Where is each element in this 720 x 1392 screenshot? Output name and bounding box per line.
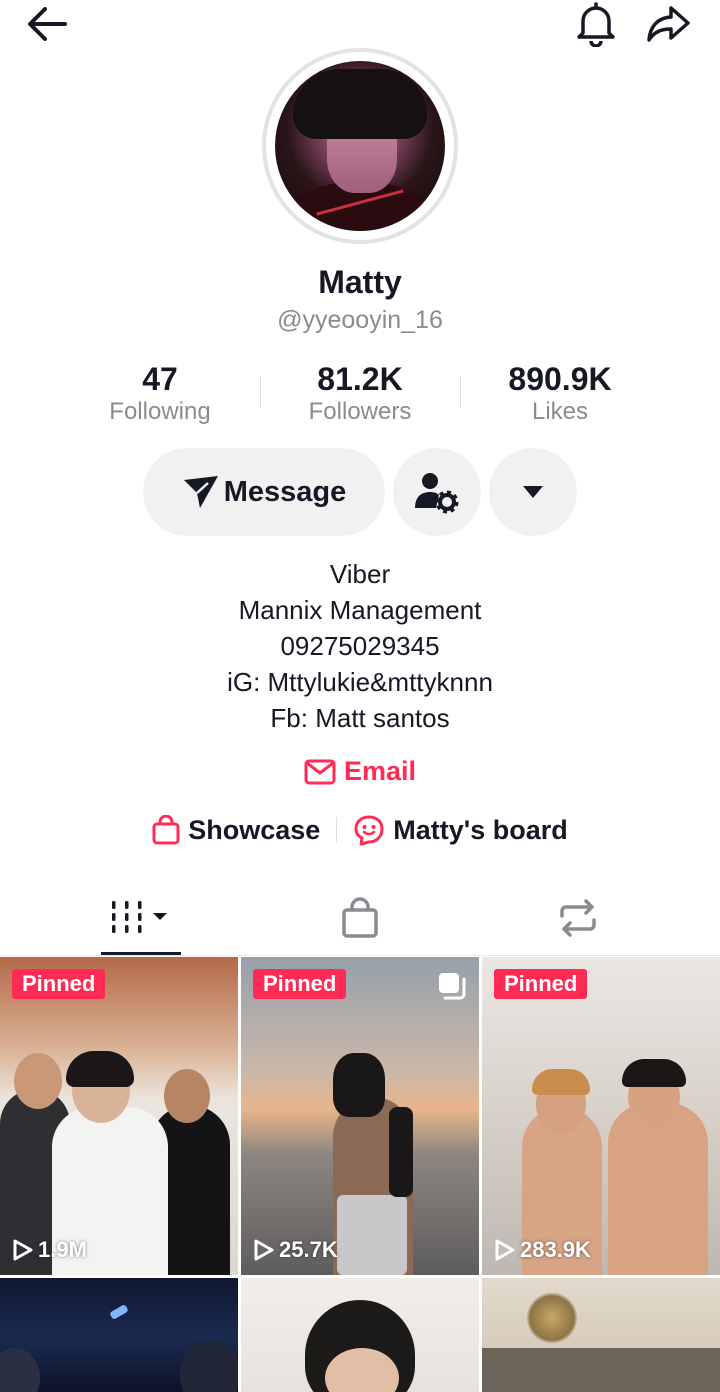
profile-stats: 47 Following 81.2K Followers 890.9K Like… xyxy=(60,360,660,430)
tab-shop[interactable] xyxy=(240,880,480,956)
message-label: Message xyxy=(223,475,347,508)
play-icon xyxy=(254,1239,274,1261)
video-thumbnail[interactable]: Pinned 1.9M xyxy=(0,957,238,1275)
pinned-badge: Pinned xyxy=(253,969,347,999)
view-count: 25.7K xyxy=(253,1237,338,1263)
shopping-bag-icon xyxy=(342,897,378,938)
share-arrow-icon xyxy=(647,6,690,42)
avatar-ring[interactable] xyxy=(262,48,458,244)
smiley-badge-icon xyxy=(354,815,384,846)
arrow-left-icon xyxy=(28,7,67,41)
stat-followers[interactable]: 81.2K Followers xyxy=(260,360,460,430)
share-button[interactable] xyxy=(642,0,694,48)
shopping-bag-icon xyxy=(152,815,180,845)
stat-divider xyxy=(460,376,461,408)
profile-actions: Message xyxy=(0,448,720,536)
stat-label: Following xyxy=(109,398,211,425)
stat-value: 890.9K xyxy=(508,361,612,397)
video-grid-icon xyxy=(112,901,167,933)
user-settings-icon xyxy=(415,473,459,514)
active-tab-indicator xyxy=(101,952,181,955)
profile-handle: @yyeooyin_16 xyxy=(277,306,443,334)
tab-reposts[interactable] xyxy=(458,880,698,956)
video-thumbnail[interactable]: Pinned 25.7K xyxy=(241,957,479,1275)
email-label: Email xyxy=(343,756,417,786)
user-settings-button[interactable] xyxy=(393,448,481,536)
view-count-value: 1.9M xyxy=(38,1237,87,1262)
showcase-label: Showcase xyxy=(188,814,321,845)
board-link[interactable]: Matty's board xyxy=(353,814,568,846)
repost-icon xyxy=(560,899,596,937)
back-button[interactable] xyxy=(22,2,72,46)
multi-photo-icon xyxy=(439,973,466,1000)
profile-tabs xyxy=(0,880,720,956)
profile-links: Showcase Matty's board xyxy=(0,814,720,846)
stat-label: Likes xyxy=(531,398,589,425)
message-button[interactable]: Message xyxy=(143,448,385,536)
bio-line: Fb: Matt santos xyxy=(270,703,450,733)
video-thumbnail[interactable] xyxy=(0,1278,238,1392)
stat-divider xyxy=(260,376,261,408)
view-count: 283.9K xyxy=(494,1237,591,1263)
pinned-badge: Pinned xyxy=(494,969,588,999)
view-count-value: 25.7K xyxy=(279,1237,338,1262)
video-thumbnail[interactable] xyxy=(241,1278,479,1392)
link-divider xyxy=(336,817,338,843)
pinned-badge: Pinned xyxy=(12,969,106,999)
showcase-link[interactable]: Showcase xyxy=(152,815,320,846)
view-count: 1.9M xyxy=(12,1237,87,1263)
video-grid: Pinned 1.9M Pinned 25.7K Pinned 283.9K xyxy=(0,957,720,1392)
bio-line: iG: Mttylukie&mttyknnn xyxy=(227,667,493,697)
tab-videos[interactable] xyxy=(20,880,260,956)
bio-line: Mannix Management xyxy=(238,595,482,625)
stat-value: 81.2K xyxy=(317,361,403,397)
stat-label: Followers xyxy=(308,398,412,425)
avatar[interactable] xyxy=(275,61,445,231)
envelope-icon xyxy=(304,759,336,784)
video-thumbnail[interactable]: Pinned 283.9K xyxy=(482,957,720,1275)
play-icon xyxy=(495,1239,515,1261)
profile-name: Matty xyxy=(318,264,402,300)
profile-bio: Viber Mannix Management 09275029345 iG: … xyxy=(0,556,720,736)
notification-bell-button[interactable] xyxy=(572,0,620,48)
board-label: Matty's board xyxy=(393,814,568,845)
stat-value: 47 xyxy=(142,361,178,397)
view-count-value: 283.9K xyxy=(520,1237,591,1262)
send-icon xyxy=(183,476,218,508)
bio-line: 09275029345 xyxy=(280,631,440,661)
stat-following[interactable]: 47 Following xyxy=(60,360,260,430)
bio-line: Viber xyxy=(329,559,391,589)
play-icon xyxy=(13,1239,33,1261)
top-bar xyxy=(0,0,720,48)
email-link[interactable]: Email xyxy=(0,756,720,787)
bell-icon xyxy=(577,2,615,47)
caret-down-icon xyxy=(523,486,543,498)
video-thumbnail[interactable] xyxy=(482,1278,720,1392)
more-dropdown-button[interactable] xyxy=(489,448,577,536)
stat-likes[interactable]: 890.9K Likes xyxy=(460,360,660,430)
